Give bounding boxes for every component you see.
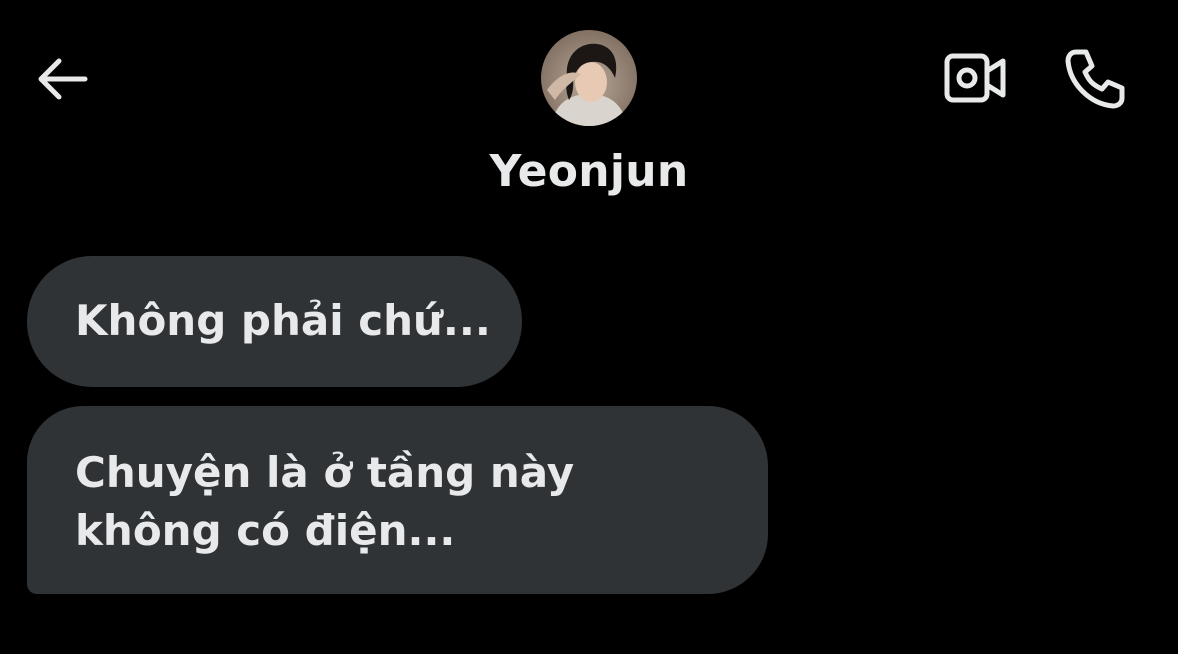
voice-call-button[interactable] (1058, 42, 1130, 114)
message-bubble[interactable]: Chuyện là ở tầng này không có điện... (27, 406, 768, 594)
back-button[interactable] (30, 48, 92, 110)
message-bubble[interactable]: Không phải chứ... (27, 256, 522, 387)
profile-photo (541, 30, 637, 126)
conversation-header: Yeonjun (0, 0, 1178, 230)
video-camera-icon (944, 53, 1006, 103)
contact-name[interactable]: Yeonjun (389, 146, 789, 197)
arrow-left-icon (38, 58, 88, 100)
phone-icon (1065, 49, 1125, 109)
video-call-button[interactable] (940, 46, 1010, 110)
avatar[interactable] (541, 30, 637, 126)
